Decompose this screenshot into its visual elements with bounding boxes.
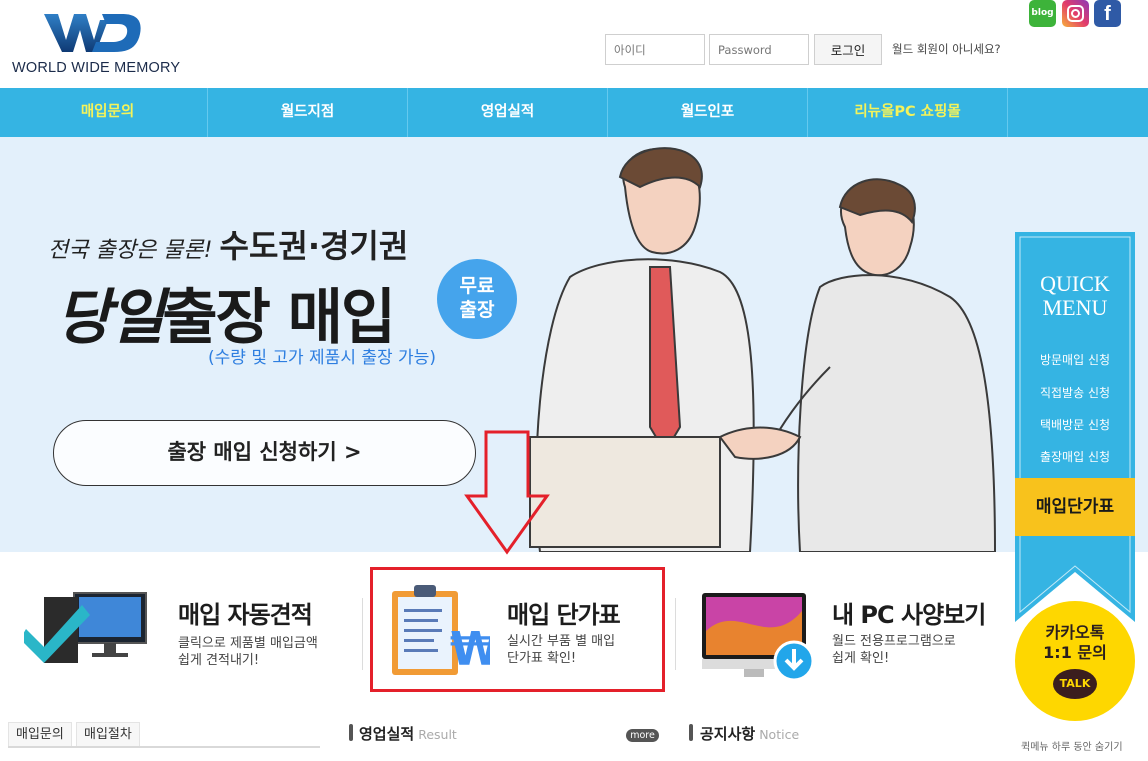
quick-item-courier[interactable]: 택배방문 신청 [1015,416,1135,433]
feature-desc-2: 쉽게 견적내기! [178,653,260,668]
hero-title-brush: 당일 [56,283,164,353]
feature-desc-1: 클릭으로 제품별 매입금액 [178,636,318,651]
id-input[interactable] [605,34,705,65]
password-input[interactable] [709,34,809,65]
kakao-text: 카카오톡 1:1 문의 [1015,623,1135,663]
quick-menu: QUICK MENU 방문매입 신청 직접발송 신청 택배방문 신청 출장매입 … [1015,232,1135,622]
feature-desc-2: 단가표 확인! [507,651,577,666]
nav-item-branches[interactable]: 월드지점 [208,88,408,137]
quick-title-line1: QUICK [1040,271,1110,296]
results-title-text: 영업실적 [359,725,415,743]
nav-item-shop[interactable]: 리뉴올PC 쇼핑몰 [808,88,1008,137]
badge-line1: 무료 [459,275,495,297]
facebook-icon[interactable]: f [1094,0,1121,27]
tab-purchase-process[interactable]: 매입절차 [76,722,140,748]
nav-item-sales-results[interactable]: 영업실적 [408,88,608,137]
logo-text: WORLD WIDE MEMORY [12,60,181,76]
free-trip-badge: 무료 출장 [437,259,517,339]
arrow-down-icon [464,430,550,555]
kakao-chat-button[interactable]: 카카오톡 1:1 문의 TALK [1015,601,1135,721]
tab-purchase-inquiry[interactable]: 매입문의 [8,722,72,748]
hide-quick-menu-today[interactable]: 퀵메뉴 하루 동안 숨기기 [1021,738,1123,753]
notice-title-en: Notice [759,727,800,742]
logo[interactable]: WORLD WIDE MEMORY [12,10,182,80]
onsite-purchase-cta-button[interactable]: 출장 매입 신청하기 > [53,420,476,486]
feature-title: 내 PC 사양보기 [832,601,986,629]
section-marker [689,724,693,741]
login-form: 로그인 월드 회원이 아니세요? [588,34,1148,66]
kakao-line1: 카카오톡 [1045,623,1105,642]
svg-text:₩: ₩ [450,622,490,676]
feature-desc-2: 쉽게 확인! [832,651,890,666]
feature-auto-estimate[interactable]: 매입 자동견적 클릭으로 제품별 매입금액 쉽게 견적내기! [20,565,360,695]
hero-subtitle: (수량 및 고가 제품시 출장 가능) [208,348,436,368]
main-nav: 매입문의 월드지점 영업실적 월드인포 리뉴올PC 쇼핑몰 [0,88,1148,137]
more-button[interactable]: more [626,729,659,742]
clipboard-won-icon: ₩ [392,585,490,676]
monitor-download-icon [702,593,815,682]
join-link[interactable]: 월드 회원이 아니세요? [892,41,1001,57]
quick-item-direct-ship[interactable]: 직접발송 신청 [1015,384,1135,401]
hero-tagline-big: 수도권·경기권 [219,227,409,265]
hero-tagline: 전국 출장은 물론! 수도권·경기권 [48,221,408,267]
hero-tagline-small: 전국 출장은 물론! [48,238,213,263]
header: WORLD WIDE MEMORY 로그인 월드 회원이 아니세요? [0,0,1148,88]
section-marker [349,724,353,741]
badge-line2: 출장 [459,299,495,321]
tab-underline [8,746,320,748]
notice-title-text: 공지사항 [700,725,756,743]
login-button[interactable]: 로그인 [814,34,882,65]
quick-price-table-button[interactable]: 매입단가표 [1015,478,1135,536]
feature-desc-1: 월드 전용프로그램으로 [832,634,956,649]
divider [675,598,676,670]
feature-price-table[interactable]: ₩ 매입 단가표 실시간 부품 별 매입 단가표 확인! [370,565,665,695]
computer-check-icon [24,592,147,663]
nav-item-world-info[interactable]: 월드인포 [608,88,808,137]
wd-logo-icon [44,14,141,52]
results-title-en: Result [418,727,457,742]
quick-title-line2: MENU [1042,295,1108,320]
handshake-illustration [529,147,997,552]
instagram-icon[interactable] [1062,0,1089,27]
kakao-line2: 1:1 문의 [1043,643,1107,662]
results-section-title: 영업실적 Result [359,723,457,744]
instagram-glyph-icon [1067,5,1084,22]
notice-section-title: 공지사항 Notice [700,723,799,744]
hero-banner: 전국 출장은 물론! 수도권·경기권 당일출장 매입 무료 출장 (수량 및 고… [0,137,1148,552]
feature-title: 매입 단가표 [507,601,621,629]
quick-menu-title: QUICK MENU [1015,272,1135,320]
quick-item-visit[interactable]: 방문매입 신청 [1015,351,1135,368]
divider [362,598,363,670]
feature-desc-1: 실시간 부품 별 매입 [507,634,616,649]
feature-my-pc-specs[interactable]: 내 PC 사양보기 월드 전용프로그램으로 쉽게 확인! [690,565,1010,695]
feature-title: 매입 자동견적 [178,601,313,629]
quick-item-onsite[interactable]: 출장매입 신청 [1015,448,1135,465]
nav-item-purchase-inquiry[interactable]: 매입문의 [8,88,208,137]
blog-icon[interactable]: blog [1029,0,1056,27]
kakao-talk-icon: TALK [1053,669,1097,699]
